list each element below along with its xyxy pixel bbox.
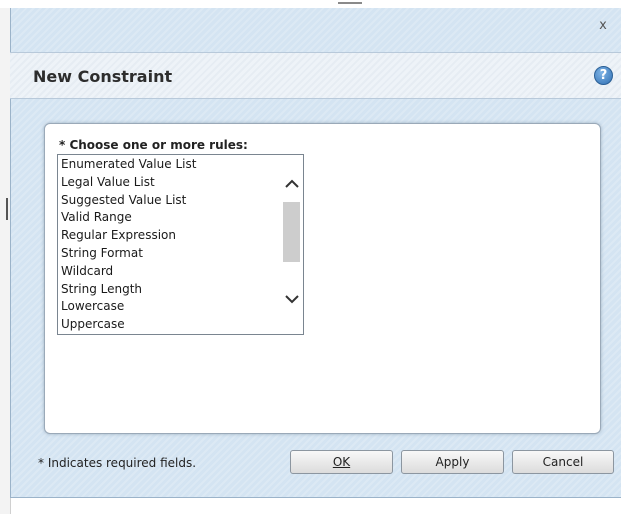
top-handle [338,2,362,4]
apply-button[interactable]: Apply [401,450,504,474]
rules-scrollbar[interactable] [280,155,303,334]
ok-label: OK [332,455,351,469]
list-item[interactable]: Wildcard [58,263,280,281]
list-item[interactable]: Suggested Value List [58,192,280,210]
cancel-button[interactable]: Cancel [512,450,614,474]
scrollbar-thumb[interactable] [283,202,300,262]
close-icon[interactable]: x [596,18,610,34]
help-icon[interactable]: ? [594,66,613,85]
list-item[interactable]: Lowercase [58,298,280,316]
list-item[interactable]: Uppercase [58,316,280,334]
list-item[interactable]: Regular Expression [58,227,280,245]
window-top-strip [0,0,621,8]
rules-list: Enumerated Value List Legal Value List S… [58,156,280,334]
list-item[interactable]: Legal Value List [58,174,280,192]
page: x New Constraint ? * Choose one or more … [0,0,621,514]
chevron-up-icon[interactable] [280,176,303,196]
rules-panel: * Choose one or more rules: Enumerated V… [44,123,601,434]
rules-listbox[interactable]: Enumerated Value List Legal Value List S… [57,154,304,335]
dialog-title-bar: New Constraint ? [10,52,621,99]
required-fields-note: * Indicates required fields. [38,456,197,470]
list-item[interactable]: String Format [58,245,280,263]
list-item[interactable]: Valid Range [58,209,280,227]
list-item[interactable]: Enumerated Value List [58,156,280,174]
chevron-down-icon[interactable] [280,291,303,311]
rules-label: * Choose one or more rules: [59,138,248,152]
list-item[interactable]: String Length [58,281,280,299]
cancel-label: Cancel [542,455,584,469]
dialog-title: New Constraint [33,67,173,86]
apply-label: Apply [435,455,470,469]
edge-mark [6,198,8,220]
ok-button[interactable]: OK [290,450,393,474]
